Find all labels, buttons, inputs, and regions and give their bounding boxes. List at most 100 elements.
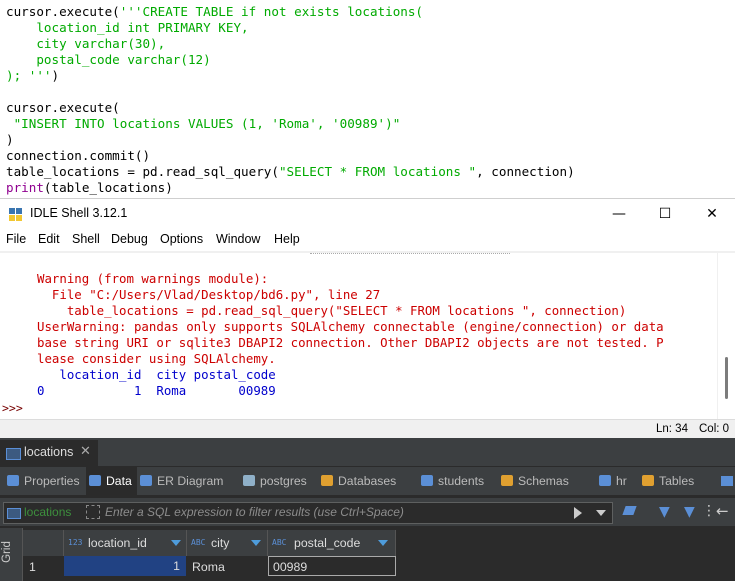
code-line[interactable]: ); '''): [6, 68, 59, 84]
subtab-icon: [7, 475, 19, 486]
subtab-er-diagram[interactable]: ER Diagram: [137, 467, 240, 495]
shell-prompt: >>>: [2, 401, 23, 415]
code-line[interactable]: cursor.execute(: [6, 100, 120, 116]
code-line[interactable]: cursor.execute('''CREATE TABLE if not ex…: [6, 4, 423, 20]
scrollbar-thumb[interactable]: [725, 357, 728, 399]
grid-side-tab[interactable]: Grid: [0, 528, 23, 581]
column-header-postal_code[interactable]: ABC postal_code: [268, 530, 396, 556]
menu-file[interactable]: File: [6, 232, 26, 246]
more-icon[interactable]: ⋮: [702, 503, 716, 519]
menu-debug[interactable]: Debug: [111, 232, 148, 246]
subtab-databases[interactable]: Databases: [318, 467, 419, 495]
table-icon: [7, 508, 21, 519]
column-header-city[interactable]: ABC city: [187, 530, 268, 556]
overflow-tab-icon[interactable]: [721, 476, 733, 486]
menu-shell[interactable]: Shell: [72, 232, 100, 246]
code-line[interactable]: table_locations = pd.read_sql_query("SEL…: [6, 164, 575, 180]
dropdown-icon[interactable]: [596, 510, 606, 516]
text-type-icon: ABC: [191, 538, 206, 547]
subtab-label: Properties: [24, 474, 80, 488]
code-line[interactable]: ): [6, 132, 14, 148]
menu-help[interactable]: Help: [274, 232, 300, 246]
shell-output[interactable]: Warning (from warnings module): File "C:…: [30, 253, 717, 419]
code-token: location_id int PRIMARY KEY,: [6, 20, 249, 35]
code-line[interactable]: "INSERT INTO locations VALUES (1, 'Roma'…: [6, 116, 401, 132]
subtab-icon: [243, 475, 255, 486]
play-icon[interactable]: [574, 507, 582, 519]
subtab-icon: [501, 475, 513, 486]
maximize-button[interactable]: ☐: [642, 199, 688, 229]
subtab-properties[interactable]: Properties: [4, 467, 87, 495]
cell-location_id[interactable]: 1: [64, 556, 186, 576]
close-icon: ✕: [706, 206, 718, 222]
sort-arrow-icon[interactable]: [378, 540, 388, 546]
subtab-icon: [642, 475, 654, 486]
menu-options[interactable]: Options: [160, 232, 203, 246]
shell-output-line: 0 1 Roma 00989: [37, 383, 276, 398]
dbeaver-panel: locations ✕ Properties Data ER Diagram post…: [0, 438, 735, 581]
filter-input[interactable]: Enter a SQL expression to filter results…: [105, 505, 404, 519]
partial-line: [310, 253, 510, 254]
subtab-schemas[interactable]: Schemas: [498, 467, 597, 495]
column-header-location_id[interactable]: 123 location_id: [64, 530, 187, 556]
close-tab-icon[interactable]: ✕: [80, 444, 91, 459]
status-bar: Ln: 34 Col: 0: [0, 419, 735, 440]
close-button[interactable]: ✕: [689, 199, 735, 229]
code-line[interactable]: city varchar(30),: [6, 36, 165, 52]
shell-output-line: File "C:/Users/Vlad/Desktop/bd6.py", lin…: [37, 287, 381, 302]
subtab-icon: [421, 475, 433, 486]
tab-label: locations: [24, 445, 74, 459]
eraser-icon[interactable]: [622, 506, 637, 515]
subtab-label: Databases: [338, 474, 397, 488]
back-arrow-icon[interactable]: ←: [716, 502, 729, 520]
code-token: print: [6, 180, 44, 195]
code-line[interactable]: postal_code varchar(12): [6, 52, 210, 68]
menu-edit[interactable]: Edit: [38, 232, 60, 246]
column-name: city: [211, 536, 230, 550]
code-token: ): [51, 68, 60, 83]
code-token: city varchar(30),: [6, 36, 166, 51]
subtab-tables[interactable]: Tables: [639, 467, 702, 495]
minimize-button[interactable]: —: [596, 199, 642, 229]
column-name: location_id: [88, 536, 147, 550]
title-bar[interactable]: IDLE Shell 3.12.1 — ☐ ✕: [0, 199, 735, 229]
tab-locations[interactable]: locations ✕: [0, 440, 98, 466]
subtab-data[interactable]: Data: [86, 467, 137, 495]
table-icon: [6, 448, 21, 460]
subtab-label: postgres: [260, 474, 307, 488]
filter-box[interactable]: locations Enter a SQL expression to filt…: [3, 502, 613, 524]
python-editor[interactable]: cursor.execute('''CREATE TABLE if not ex…: [0, 0, 735, 200]
sort-arrow-icon[interactable]: [171, 540, 181, 546]
filter-icon[interactable]: ▼: [659, 504, 670, 520]
sort-arrow-icon[interactable]: [251, 540, 261, 546]
expand-icon: [86, 505, 100, 519]
subtab-hr[interactable]: hr: [596, 467, 639, 495]
vertical-scrollbar[interactable]: [718, 253, 735, 419]
subtab-icon: [599, 475, 611, 486]
column-name: postal_code: [294, 536, 361, 550]
code-line[interactable]: print(table_locations): [6, 180, 173, 196]
results-grid[interactable]: Grid 123 location_id ABC city ABC postal…: [0, 528, 735, 581]
table-row[interactable]: 1 1 Roma 00989: [23, 556, 735, 578]
menu-bar: File Edit Shell Debug Options Window Hel…: [0, 229, 735, 251]
subtab-students[interactable]: students: [418, 467, 499, 495]
code-token: connection.commit(): [6, 148, 151, 163]
idle-logo-icon: [9, 208, 22, 221]
subtab-postgres[interactable]: postgres: [240, 467, 319, 495]
grid-label: Grid: [0, 541, 13, 563]
cell-city[interactable]: Roma: [192, 558, 225, 576]
editor-tabs: locations ✕: [0, 438, 735, 467]
shell-output-line: table_locations = pd.read_sql_query("SEL…: [37, 303, 627, 318]
filter-settings-icon[interactable]: ▼: [684, 504, 695, 520]
row-number-header: [23, 530, 64, 556]
code-token: (table_locations): [43, 180, 173, 195]
subtab-icon: [89, 475, 101, 486]
status-line-number: Ln: 34: [656, 423, 688, 435]
subtab-label: Tables: [659, 474, 695, 488]
code-line[interactable]: connection.commit(): [6, 148, 150, 164]
menu-window[interactable]: Window: [216, 232, 260, 246]
subtab-label: students: [438, 474, 485, 488]
code-line[interactable]: location_id int PRIMARY KEY,: [6, 20, 249, 36]
cell-postal_code[interactable]: 00989: [268, 556, 396, 576]
